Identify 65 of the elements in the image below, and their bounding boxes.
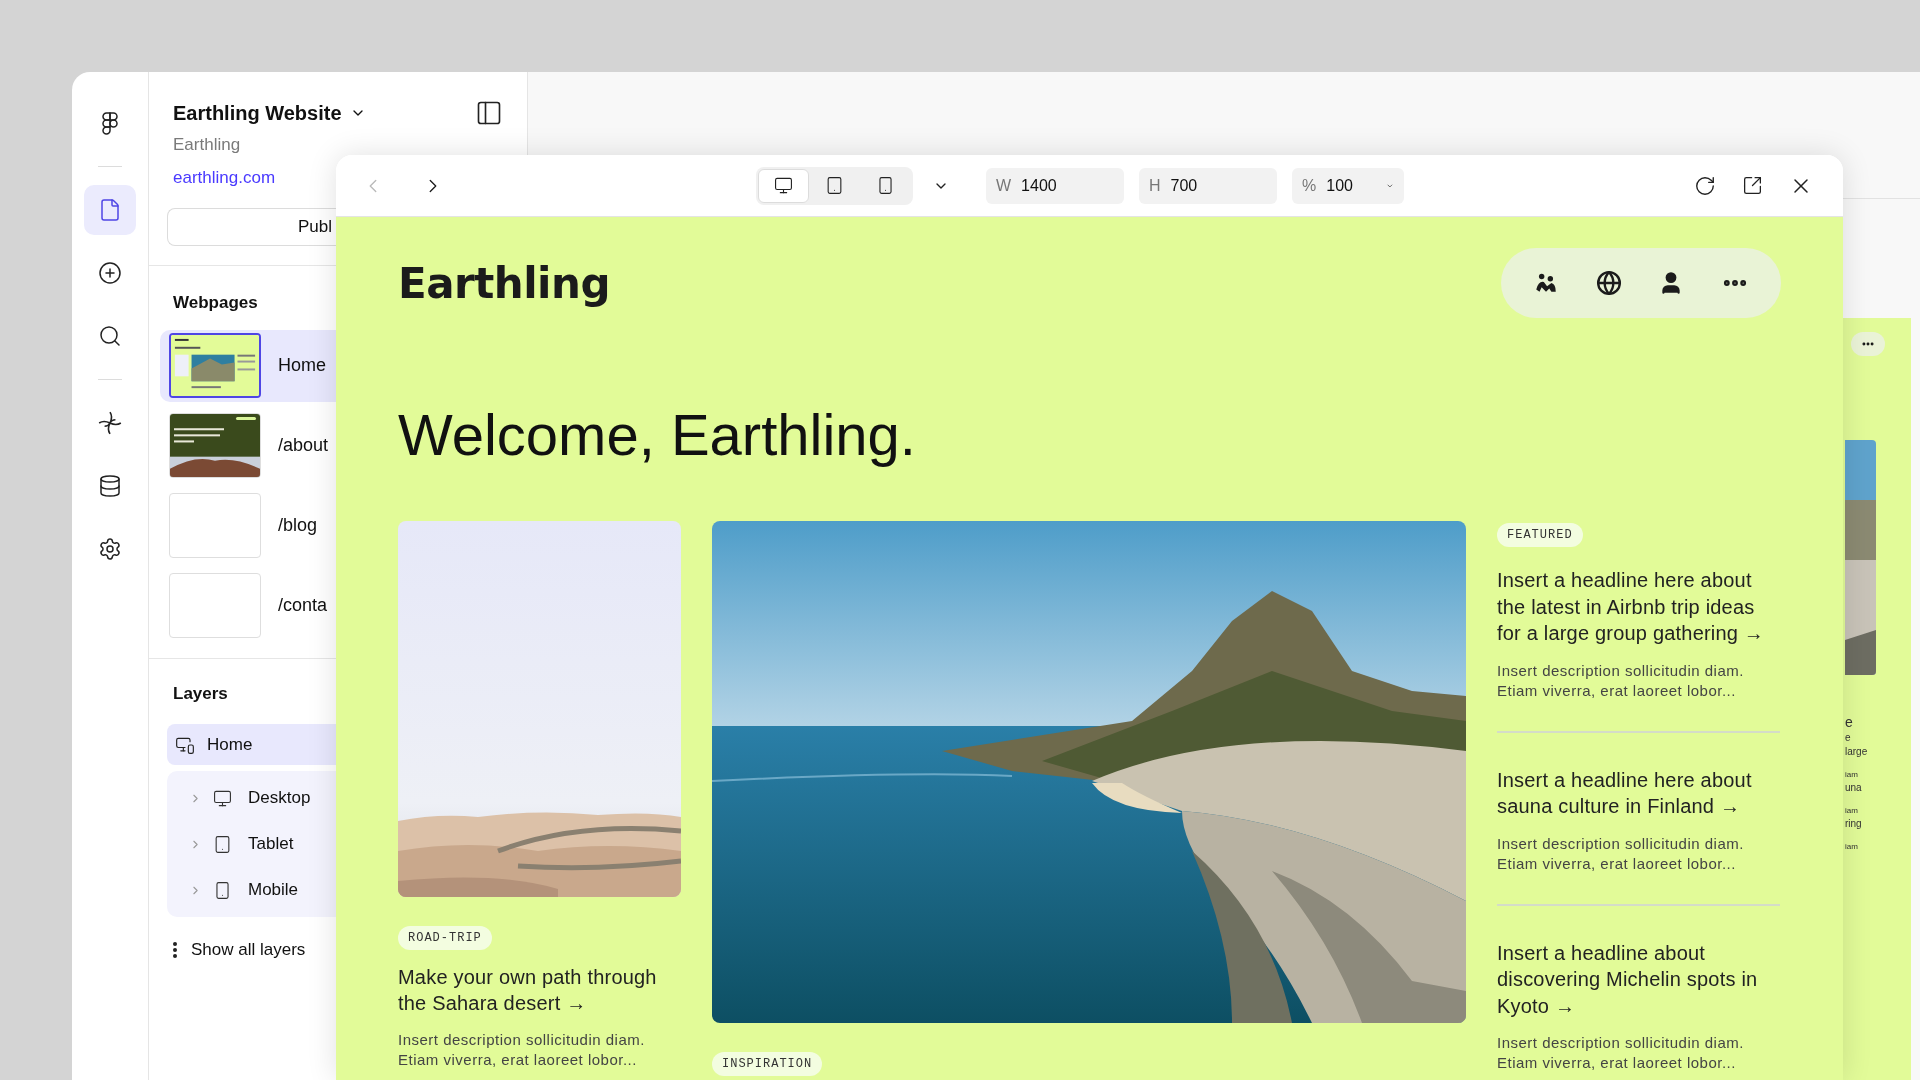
refresh-button[interactable] — [1694, 174, 1716, 197]
layer-item[interactable]: Tablet — [167, 821, 336, 867]
text-fragment: ring — [1845, 819, 1862, 829]
project-title[interactable]: Earthling Website — [173, 98, 366, 128]
zoom-field[interactable]: % 100 — [1292, 167, 1404, 204]
page-name: Home — [278, 354, 326, 377]
text-fragment: e — [1845, 715, 1853, 729]
publish-button[interactable]: Publ — [167, 208, 336, 246]
field-value[interactable]: 700 — [1170, 173, 1221, 198]
text-fragment: una — [1845, 783, 1862, 793]
story-headline[interactable]: Insert a headline here about sauna culture in Finland → — [1497, 766, 1780, 820]
webpage-item[interactable]: /blog — [160, 489, 336, 562]
show-all-layers-button[interactable]: Show all layers — [167, 937, 306, 963]
text-fragment: iam — [1845, 843, 1858, 851]
file-icon — [98, 198, 122, 222]
mobile-icon — [213, 880, 232, 900]
panel-toggle-icon[interactable] — [475, 99, 503, 127]
story-headline[interactable]: Insert a headline here about the latest in Airbnb trip ideas for a large group gathering → — [1497, 567, 1780, 647]
text-fragment: large — [1845, 747, 1868, 757]
file-button[interactable] — [84, 185, 136, 235]
section-heading: Layers — [173, 682, 228, 705]
mobile-icon — [876, 176, 895, 195]
site-link[interactable]: earthling.com — [173, 164, 276, 190]
settings-icon — [98, 537, 122, 561]
tablet-icon — [825, 176, 844, 195]
page-name: /about — [278, 434, 329, 457]
story-description: Insert description sollicitudin diam. Etiam viverra, erat laoreet lobor... — [1497, 833, 1745, 874]
story-description: Insert description sollicitudin diam. Etiam viverra, erat laoreet lobor... — [1497, 1033, 1745, 1073]
text-fragment: e — [1845, 733, 1851, 743]
desktop-icon — [213, 788, 232, 808]
tag-badge: ROAD-TRIP — [398, 926, 492, 950]
field-value[interactable]: 100 — [1326, 173, 1377, 198]
webpage-item[interactable]: /about — [160, 409, 336, 482]
desktop-icon — [774, 176, 793, 195]
desktop-view-button[interactable] — [758, 168, 809, 203]
pinwheel-icon — [97, 410, 123, 436]
more-button[interactable] — [1851, 332, 1885, 356]
search-icon — [98, 324, 122, 348]
more-icon — [173, 941, 177, 958]
plus-circle-icon — [98, 261, 122, 285]
card-description: Insert description sollicitudin diam. Etiam viverra, erat laoreet lobor... — [398, 1030, 646, 1070]
field-value[interactable]: 1400 — [1021, 173, 1072, 198]
webpage-item[interactable]: /conta — [160, 569, 336, 642]
text-fragment: iam — [1845, 771, 1858, 779]
globe-icon[interactable] — [1595, 270, 1622, 296]
layer-item[interactable]: Desktop — [167, 775, 336, 821]
text-fragment: iam — [1845, 807, 1858, 815]
card-headline[interactable]: Make your own path through the Sahara desert → — [398, 964, 681, 1016]
tag-badge: INSPIRATION — [712, 1052, 823, 1076]
layer-item[interactable]: Mobile — [167, 867, 336, 913]
page-name: /blog — [278, 514, 318, 537]
site-logo: Earthling — [398, 257, 610, 310]
webpage-item[interactable]: Home — [160, 329, 336, 402]
open-external-button[interactable] — [1742, 175, 1763, 196]
database-icon — [98, 474, 122, 498]
layer-item[interactable]: Home — [167, 724, 336, 765]
tablet-icon — [213, 834, 232, 854]
width-field[interactable]: W 1400 — [986, 167, 1124, 204]
story-headline[interactable]: Insert a headline about discovering Michelin spots in Kyoto → — [1497, 939, 1780, 1019]
story-description: Insert description sollicitudin diam. Etiam viverra, erat laoreet lobor... — [1497, 660, 1745, 701]
section-heading: Webpages — [173, 292, 258, 314]
height-field[interactable]: H 700 — [1139, 167, 1277, 204]
project-name: Earthling — [173, 134, 242, 156]
page-name: /conta — [278, 594, 328, 617]
tag-badge: FEATURED — [1497, 523, 1583, 547]
